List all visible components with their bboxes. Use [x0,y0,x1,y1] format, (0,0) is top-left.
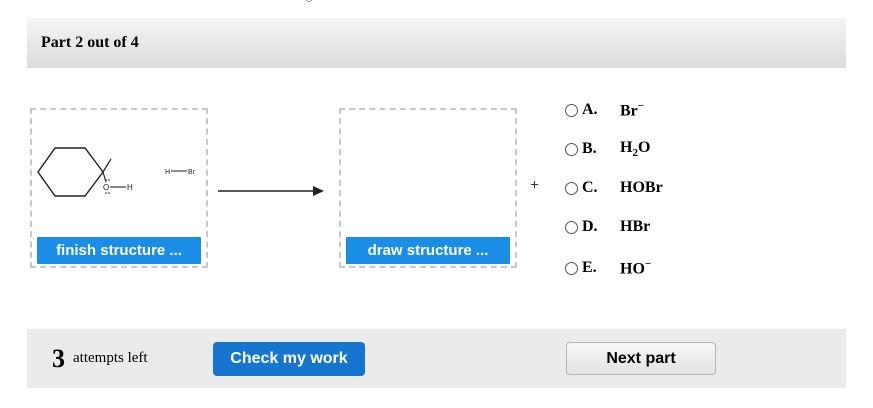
option-formula: HO− [620,257,652,278]
option-formula: HOBr [620,179,663,196]
radio-button-d[interactable] [565,220,578,234]
plus-sign: + [530,177,540,194]
option-letter: A. [582,101,598,118]
option-c[interactable]: C. HOBr [565,178,663,198]
option-letter: C. [582,179,598,196]
check-my-work-button[interactable]: Check my work [213,342,365,376]
cut-off-text-fragment [305,0,313,2]
radio-button-a[interactable] [565,103,578,117]
option-e[interactable]: E. HO− [565,258,651,278]
hbr-reagent-structure: H Br [165,169,196,176]
option-letter: D. [582,218,598,235]
reagent-br-label: Br [188,169,196,176]
page-title: Part 2 out of 4 [41,34,139,51]
cyclohexanol-structure: O H [37,147,133,197]
radio-button-c[interactable] [565,181,578,195]
footer-bar [27,329,846,388]
option-formula: Br− [620,99,645,120]
option-letter: B. [582,140,597,157]
radio-button-e[interactable] [565,261,578,275]
draw-structure-button[interactable]: draw structure ... [346,237,510,264]
option-a[interactable]: A. Br− [565,100,644,120]
part-header: Part 2 out of 4 [27,18,846,68]
option-b[interactable]: B. H2O [565,139,650,159]
reagent-h-label: H [165,169,170,176]
radio-button-b[interactable] [565,142,578,156]
finish-structure-button[interactable]: finish structure ... [37,237,201,264]
attempts-count: 3 [52,344,65,373]
option-letter: E. [582,259,597,276]
option-formula: H2O [620,138,651,160]
next-part-button[interactable]: Next part [566,342,716,375]
oxygen-atom-label: O [103,183,109,192]
option-d[interactable]: D. HBr [565,217,650,237]
attempts-label: attempts left [73,350,148,366]
option-formula: HBr [620,218,651,235]
hydrogen-atom-label: H [127,183,133,192]
reaction-arrow-icon [218,186,324,196]
